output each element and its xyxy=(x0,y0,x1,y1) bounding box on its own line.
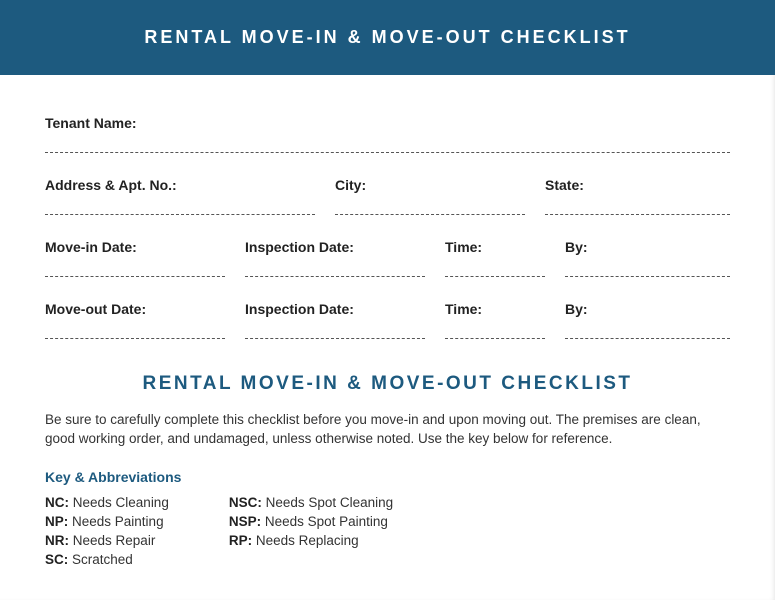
field-by-out: By: xyxy=(565,301,730,339)
label-by-in: By: xyxy=(565,239,730,255)
line-tenant-name[interactable] xyxy=(45,137,730,153)
abbrev-nsc: NSC: Needs Spot Cleaning xyxy=(229,495,393,510)
field-by-in: By: xyxy=(565,239,730,277)
document-page: RENTAL MOVE-IN & MOVE-OUT CHECKLIST Tena… xyxy=(0,0,775,600)
abbrev-sc: SC: Scratched xyxy=(45,552,169,567)
line-by-in[interactable] xyxy=(565,261,730,277)
field-inspection-date-out: Inspection Date: xyxy=(245,301,425,339)
field-time-in: Time: xyxy=(445,239,545,277)
abbrev-columns: NC: Needs Cleaning NP: Needs Painting NR… xyxy=(45,495,730,567)
field-movein-date: Move-in Date: xyxy=(45,239,225,277)
line-time-out[interactable] xyxy=(445,323,545,339)
field-city: City: xyxy=(335,177,525,215)
page-title: RENTAL MOVE-IN & MOVE-OUT CHECKLIST xyxy=(144,27,630,48)
line-inspection-date-out[interactable] xyxy=(245,323,425,339)
abbrev-nc: NC: Needs Cleaning xyxy=(45,495,169,510)
label-movein-date: Move-in Date: xyxy=(45,239,225,255)
line-city[interactable] xyxy=(335,199,525,215)
row-tenant: Tenant Name: xyxy=(45,115,730,153)
label-city: City: xyxy=(335,177,525,193)
field-inspection-date-in: Inspection Date: xyxy=(245,239,425,277)
field-address: Address & Apt. No.: xyxy=(45,177,315,215)
line-by-out[interactable] xyxy=(565,323,730,339)
field-time-out: Time: xyxy=(445,301,545,339)
abbrev-col-1: NC: Needs Cleaning NP: Needs Painting NR… xyxy=(45,495,169,567)
abbrev-col-2: NSC: Needs Spot Cleaning NSP: Needs Spot… xyxy=(229,495,393,567)
line-movein-date[interactable] xyxy=(45,261,225,277)
field-state: State: xyxy=(545,177,730,215)
content-area: Tenant Name: Address & Apt. No.: City: S… xyxy=(0,75,775,567)
label-inspection-date-out: Inspection Date: xyxy=(245,301,425,317)
row-movein: Move-in Date: Inspection Date: Time: By: xyxy=(45,239,730,277)
abbrev-np: NP: Needs Painting xyxy=(45,514,169,529)
line-moveout-date[interactable] xyxy=(45,323,225,339)
line-address[interactable] xyxy=(45,199,315,215)
field-moveout-date: Move-out Date: xyxy=(45,301,225,339)
row-moveout: Move-out Date: Inspection Date: Time: By… xyxy=(45,301,730,339)
abbrev-nsp: NSP: Needs Spot Painting xyxy=(229,514,393,529)
field-tenant-name: Tenant Name: xyxy=(45,115,730,153)
abbrev-rp: RP: Needs Replacing xyxy=(229,533,393,548)
row-address: Address & Apt. No.: City: State: xyxy=(45,177,730,215)
label-state: State: xyxy=(545,177,730,193)
line-state[interactable] xyxy=(545,199,730,215)
intro-text: Be sure to carefully complete this check… xyxy=(45,411,730,449)
key-heading: Key & Abbreviations xyxy=(45,469,730,485)
label-time-out: Time: xyxy=(445,301,545,317)
label-time-in: Time: xyxy=(445,239,545,255)
section-title: RENTAL MOVE-IN & MOVE-OUT CHECKLIST xyxy=(45,373,730,395)
header-band: RENTAL MOVE-IN & MOVE-OUT CHECKLIST xyxy=(0,0,775,75)
abbrev-nr: NR: Needs Repair xyxy=(45,533,169,548)
label-by-out: By: xyxy=(565,301,730,317)
label-moveout-date: Move-out Date: xyxy=(45,301,225,317)
line-time-in[interactable] xyxy=(445,261,545,277)
line-inspection-date-in[interactable] xyxy=(245,261,425,277)
label-tenant-name: Tenant Name: xyxy=(45,115,730,131)
label-inspection-date-in: Inspection Date: xyxy=(245,239,425,255)
label-address: Address & Apt. No.: xyxy=(45,177,315,193)
